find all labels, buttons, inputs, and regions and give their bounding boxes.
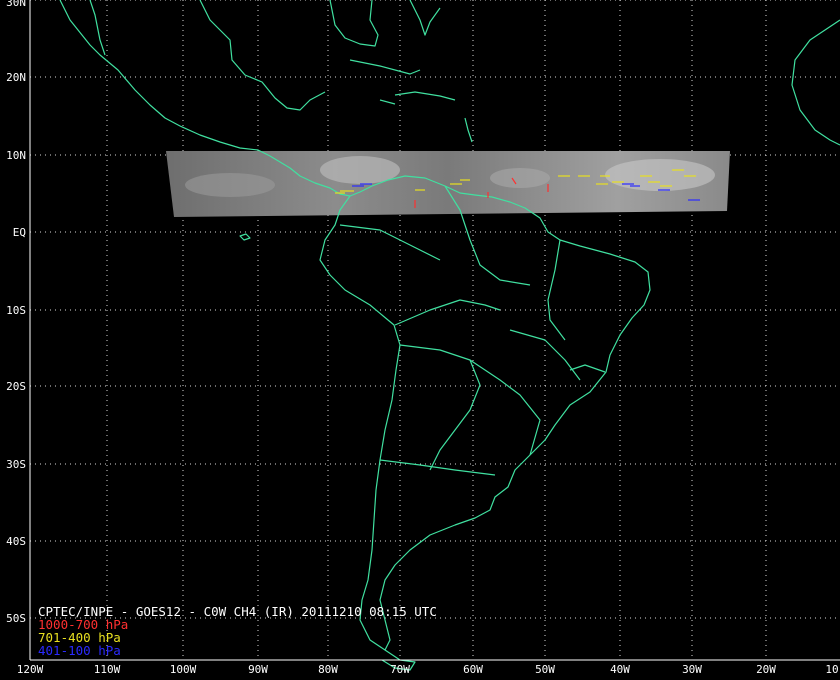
lat-label: 20N xyxy=(6,71,26,84)
lon-label: 80W xyxy=(318,663,338,676)
lon-label: 10 xyxy=(825,663,838,676)
lon-label: 70W xyxy=(390,663,410,676)
lon-label: 20W xyxy=(756,663,776,676)
lat-label: 20S xyxy=(6,380,26,393)
lat-label: 10N xyxy=(6,149,26,162)
lat-label: 40S xyxy=(6,535,26,548)
lat-label: 50S xyxy=(6,612,26,625)
lon-label: 120W xyxy=(17,663,44,676)
lat-label: 30S xyxy=(6,458,26,471)
lon-label: 110W xyxy=(94,663,121,676)
ir-image-strip xyxy=(166,151,730,217)
lat-label: 10S xyxy=(6,304,26,317)
lon-label: 50W xyxy=(535,663,555,676)
lat-label: EQ xyxy=(13,226,26,239)
satellite-wind-map: 120W 110W 100W 90W 80W 70W 60W 50W 40W 3… xyxy=(0,0,840,680)
lon-label: 100W xyxy=(170,663,197,676)
lat-label: 30N xyxy=(6,0,26,9)
lon-label: 40W xyxy=(610,663,630,676)
lon-label: 60W xyxy=(463,663,483,676)
legend-high-level: 401-100 hPa xyxy=(38,643,121,658)
lon-label: 90W xyxy=(248,663,268,676)
lon-label: 30W xyxy=(682,663,702,676)
map-background xyxy=(0,0,840,680)
